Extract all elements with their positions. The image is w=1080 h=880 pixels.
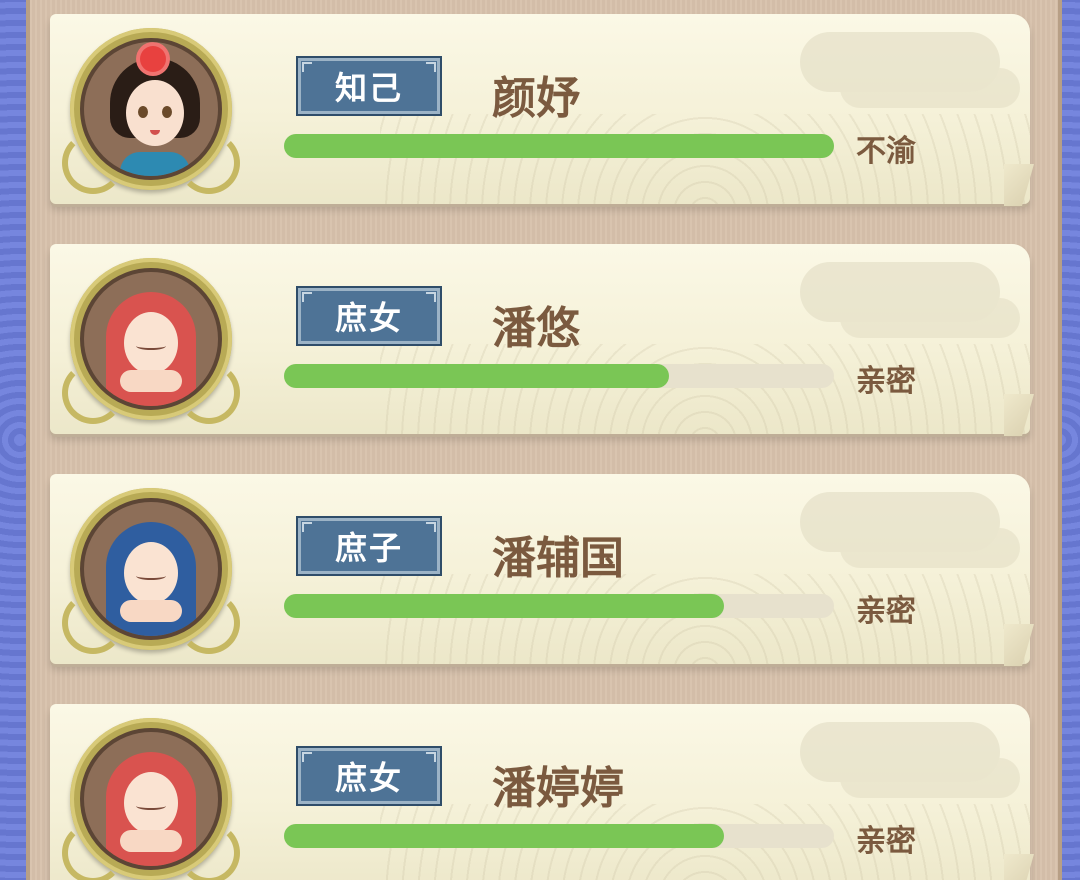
rank-badge: 庶女 bbox=[296, 286, 442, 346]
affinity-progress-fill bbox=[284, 594, 724, 618]
closed-eyes bbox=[136, 572, 166, 580]
hood bbox=[106, 522, 196, 636]
hood bbox=[106, 752, 196, 866]
affinity-progress-bar bbox=[284, 824, 834, 848]
face bbox=[124, 772, 178, 834]
character-card[interactable]: 庶女 潘悠 亲密 bbox=[50, 244, 1034, 436]
affinity-progress-fill bbox=[284, 134, 834, 158]
hood bbox=[106, 292, 196, 406]
character-name: 潘辅国 bbox=[492, 533, 624, 584]
character-card[interactable]: 知己 颜妤 不渝 bbox=[50, 14, 1034, 206]
rank-badge: 庶女 bbox=[296, 746, 442, 806]
character-name: 潘婷婷 bbox=[492, 763, 624, 814]
affinity-progress-bar bbox=[284, 364, 834, 388]
rank-badge: 知己 bbox=[296, 56, 442, 116]
closed-eyes bbox=[136, 342, 166, 350]
affinity-progress-bar bbox=[284, 134, 834, 158]
character-name: 潘悠 bbox=[492, 303, 580, 354]
flower-ornament bbox=[140, 46, 166, 72]
lady-with-red-flower-icon bbox=[80, 38, 222, 180]
face bbox=[124, 542, 178, 604]
affinity-progress-fill bbox=[284, 824, 724, 848]
relation-status: 亲密 bbox=[856, 824, 916, 859]
face bbox=[126, 80, 184, 146]
robe bbox=[120, 152, 190, 176]
character-card[interactable]: 庶子 潘辅国 亲密 bbox=[50, 474, 1034, 666]
hands bbox=[120, 370, 182, 392]
portrait-frame[interactable] bbox=[62, 28, 240, 194]
character-name: 颜妤 bbox=[492, 73, 580, 124]
eye bbox=[138, 106, 148, 118]
relation-status: 亲密 bbox=[856, 364, 916, 399]
closed-eyes bbox=[136, 802, 166, 810]
relation-status: 亲密 bbox=[856, 594, 916, 629]
mouth bbox=[150, 130, 160, 135]
baby-in-red-hood-icon bbox=[80, 728, 222, 870]
portrait-frame[interactable] bbox=[62, 488, 240, 654]
rank-badge: 庶子 bbox=[296, 516, 442, 576]
face bbox=[124, 312, 178, 374]
portrait-frame[interactable] bbox=[62, 718, 240, 880]
portrait-frame[interactable] bbox=[62, 258, 240, 424]
hands bbox=[120, 830, 182, 852]
character-card[interactable]: 庶女 潘婷婷 亲密 bbox=[50, 704, 1034, 880]
relation-status: 不渝 bbox=[856, 134, 916, 169]
affinity-progress-fill bbox=[284, 364, 669, 388]
affinity-progress-bar bbox=[284, 594, 834, 618]
baby-in-blue-hood-icon bbox=[80, 498, 222, 640]
baby-in-red-hood-icon bbox=[80, 268, 222, 410]
hands bbox=[120, 600, 182, 622]
eye bbox=[162, 106, 172, 118]
